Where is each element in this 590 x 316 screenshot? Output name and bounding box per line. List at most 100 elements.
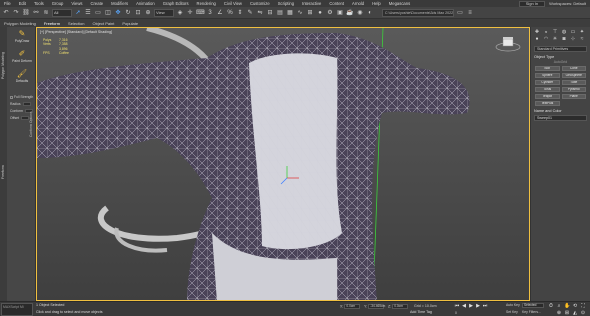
menu-create[interactable]: Create [87,1,108,6]
polydraw-button[interactable]: ✎ PolyDraw [10,29,34,47]
menu-interactive[interactable]: Interactive [298,1,325,6]
spacewarps-icon[interactable]: ≈ [578,36,586,42]
workspace-selector[interactable]: Workspaces: Default [549,1,586,6]
rotate-icon[interactable]: ↻ [124,9,132,17]
autogrid-checkbox[interactable]: AutoGrid [534,60,587,64]
textplus-button[interactable]: TextPlus [535,101,560,106]
menu-modifiers[interactable]: Modifiers [107,1,132,6]
link-icon[interactable]: ⛓ [22,9,30,17]
next-frame-icon[interactable]: ▶ [475,303,481,309]
play-icon[interactable]: ▶ [468,303,474,309]
select-object-icon[interactable]: ➚ [74,9,82,17]
snaps-toggle-icon[interactable]: 3 [206,9,214,17]
prev-frame-icon[interactable]: ◀ [461,303,467,309]
set-key-button[interactable]: Set Key [506,310,518,314]
menu-help[interactable]: Help [368,1,385,6]
zoom-icon[interactable]: ⌕ [556,303,562,309]
menu-content[interactable]: Content [325,1,348,6]
primitive-category-dropdown[interactable]: Standard Primitives [534,46,587,52]
placement-icon[interactable]: ⊕ [144,9,152,17]
menu-scripting[interactable]: Scripting [274,1,298,6]
menu-arnold[interactable]: Arnold [348,1,368,6]
hierarchy-tab-icon[interactable]: ⊤ [551,29,559,35]
sphere-button[interactable]: Sphere [535,73,560,78]
layer-icon[interactable]: ≡ [466,9,474,17]
tube-button[interactable]: Tube [561,80,586,85]
menu-edit[interactable]: Edit [15,1,30,6]
object-name-field[interactable]: Sweep01 [534,115,587,121]
viewport-label[interactable]: [+] [Perspective] [Standard] [Default Sh… [40,30,112,34]
menu-megascans[interactable]: Megascans [385,1,414,6]
window-crossing-icon[interactable]: ◫ [104,9,112,17]
ribbon-tab-object-paint[interactable]: Object Paint [89,21,119,26]
modify-tab-icon[interactable]: ◒ [542,29,550,35]
cylinder-button[interactable]: Cylinder [535,80,560,85]
utilities-tab-icon[interactable]: ✦ [578,29,586,35]
schematic-view-icon[interactable]: ⊞ [306,9,314,17]
render-production-icon[interactable]: ☕ [346,9,354,17]
layer-explorer-icon[interactable]: ▤ [276,9,284,17]
field-of-view-icon[interactable]: ◭ [572,310,578,316]
bind-spacewarp-icon[interactable]: ≋ [42,9,50,17]
menu-civil-view[interactable]: Civil View [220,1,246,6]
auto-key-button[interactable]: Auto Key [506,303,520,307]
angle-snap-icon[interactable]: ∠ [216,9,224,17]
add-time-tag[interactable]: Add Time Tag [410,310,432,314]
helpers-icon[interactable]: ⊹ [569,36,577,42]
ribbon-tab-freeform[interactable]: Freeform [40,21,64,26]
menu-file[interactable]: File [0,1,15,6]
goto-start-icon[interactable]: ⏮ [454,303,460,309]
param-offset[interactable]: Offset [10,116,29,121]
unlink-icon[interactable]: ⚯ [32,9,40,17]
move-icon[interactable]: ✥ [114,9,122,17]
maximize-viewport-icon[interactable]: ⛶ [580,303,586,309]
cameras-icon[interactable]: ◙ [560,36,568,42]
conform-options-tab[interactable]: Conform Options [29,87,35,137]
z-field[interactable]: 0.0cm [392,304,409,309]
viewcube-icon[interactable] [495,36,521,52]
redo-icon[interactable]: ↷ [12,9,20,17]
offset-field[interactable] [20,116,29,121]
keyboard-shortcut-icon[interactable]: ⌨ [196,9,205,17]
menu-rendering[interactable]: Rendering [193,1,220,6]
plane-button[interactable]: Plane [561,94,586,99]
arnold-icon[interactable]: ◐ [366,9,374,17]
create-tab-icon[interactable]: ✚ [533,29,541,35]
align-icon[interactable]: ⊟ [266,9,274,17]
select-manipulate-icon[interactable]: ✛ [186,9,194,17]
display-tab-icon[interactable]: ▭ [569,29,577,35]
pan-icon[interactable]: ✋ [564,303,570,309]
zoom-extents-icon[interactable]: ⊞ [564,310,570,316]
key-mode-dropdown[interactable]: Selected [522,303,544,308]
sign-in-button[interactable]: Sign In [518,0,546,7]
reference-coordinate-dropdown[interactable]: View [154,8,174,17]
mirror-icon[interactable]: ⇋ [256,9,264,17]
pyramid-button[interactable]: Pyramid [561,87,586,92]
toggle-ribbon-icon[interactable]: ▦ [286,9,294,17]
goto-end-icon[interactable]: ⏭ [482,303,488,309]
project-path-field[interactable]: C:\Users\yoshie\Documents\3ds Max 2022\ [382,8,454,17]
menu-tools[interactable]: Tools [30,1,48,6]
ribbon-tab-polygon-modeling[interactable]: Polygon Modeling [0,21,40,26]
folder-icon[interactable]: ▭ [456,9,464,17]
paint-deform-button[interactable]: ✐ Paint Deform [10,49,34,67]
curve-editor-icon[interactable]: ∿ [296,9,304,17]
orbit-icon[interactable]: ⟲ [572,303,578,309]
maxscript-listener[interactable]: MAXScript Mi [1,303,33,316]
ribbon-tab-selection[interactable]: Selection [64,21,88,26]
full-strength-checkbox[interactable] [10,95,13,99]
pivot-center-icon[interactable]: ◈ [176,9,184,17]
named-selection-icon[interactable]: ✎ [246,9,254,17]
ribbon-tab-populate[interactable]: Populate [118,21,142,26]
scale-icon[interactable]: ⊡ [134,9,142,17]
x-field[interactable]: 0.0cm [344,304,361,309]
teapot-button[interactable]: Teapot [535,94,560,99]
undo-icon[interactable]: ↶ [2,9,10,17]
spinner-snap-icon[interactable]: ⇕ [236,9,244,17]
material-editor-icon[interactable]: ● [316,9,324,17]
menu-graph-editors[interactable]: Graph Editors [159,1,193,6]
param-radius[interactable]: Radius [10,102,31,107]
torus-button[interactable]: Torus [535,87,560,92]
percent-snap-icon[interactable]: % [226,9,234,17]
geometry-icon[interactable]: ● [533,36,541,42]
